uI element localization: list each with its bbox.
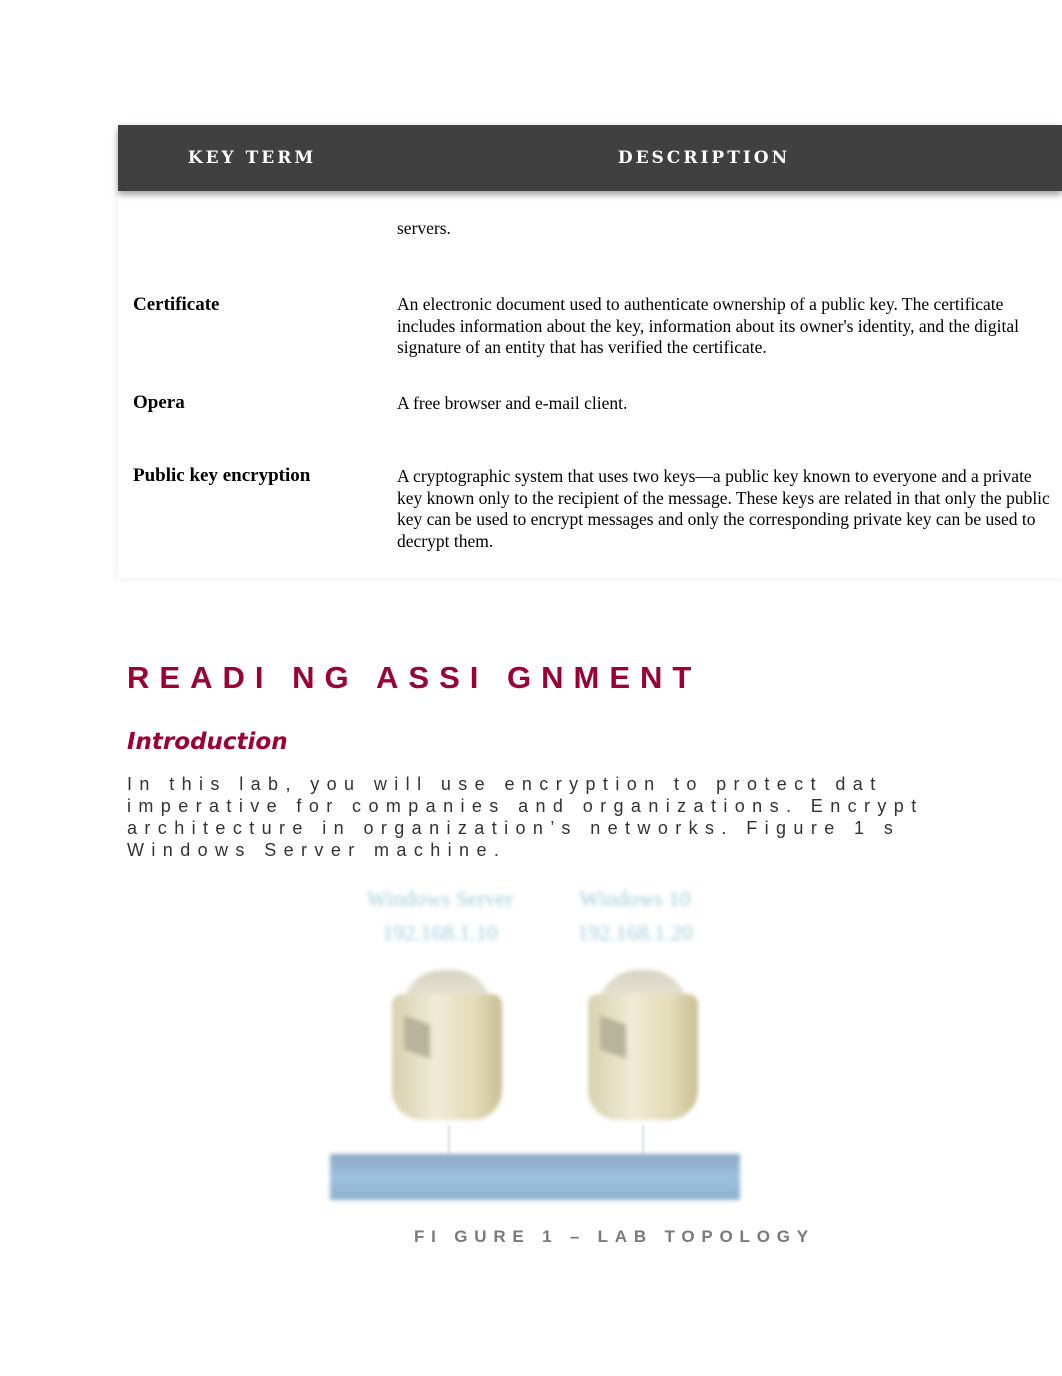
key-terms-table: KEY TERM DESCRIPTION servers. Certificat… bbox=[118, 125, 1062, 578]
subheading: Introduction bbox=[127, 729, 288, 755]
description-cell: An electronic document used to authentic… bbox=[397, 294, 1020, 357]
term-cell bbox=[118, 191, 391, 263]
table-row: servers. bbox=[118, 191, 1062, 263]
server-icon bbox=[392, 970, 502, 1120]
intro-line: In this lab, you will use encryption to … bbox=[127, 774, 883, 794]
header-description: DESCRIPTION bbox=[617, 148, 791, 168]
server-icon bbox=[588, 970, 698, 1120]
intro-paragraph: In this lab, you will use encryption to … bbox=[127, 773, 1062, 861]
description-cell: servers. bbox=[397, 218, 451, 238]
table-row: Opera A free browser and e-mail client. bbox=[118, 373, 1062, 448]
table-row: Public key encryption A cryptographic sy… bbox=[118, 448, 1062, 578]
term-cell: Opera bbox=[133, 392, 185, 413]
intro-line: Windows Server machine. bbox=[127, 840, 507, 860]
table-header: KEY TERM DESCRIPTION bbox=[118, 125, 1062, 191]
node-name: Windows Server bbox=[366, 886, 514, 911]
term-cell: Public key encryption bbox=[133, 465, 311, 486]
figure-caption: FI GURE 1 – LAB TOPOLOGY bbox=[414, 1227, 815, 1246]
intro-line: architecture in organization’s networks.… bbox=[127, 818, 901, 838]
network-link bbox=[448, 1125, 450, 1155]
network-segment bbox=[330, 1154, 740, 1200]
node-ip: 192.168.1.10 bbox=[382, 920, 498, 945]
node-label: Windows 10 192.168.1.20 bbox=[550, 882, 720, 950]
node-ip: 192.168.1.20 bbox=[577, 920, 693, 945]
network-link bbox=[642, 1125, 644, 1155]
description-cell: A cryptographic system that uses two key… bbox=[397, 466, 1050, 551]
intro-line: imperative for companies and organizatio… bbox=[127, 796, 924, 816]
node-label: Windows Server 192.168.1.10 bbox=[335, 882, 545, 950]
term-cell: Certificate bbox=[133, 294, 220, 315]
description-cell: A free browser and e-mail client. bbox=[397, 393, 628, 413]
table-row: Certificate An electronic document used … bbox=[118, 263, 1062, 373]
lab-topology-figure: Windows Server 192.168.1.10 Windows 10 1… bbox=[330, 880, 740, 1210]
section-title: READI NG ASSI GNMENT bbox=[127, 660, 702, 695]
node-name: Windows 10 bbox=[579, 886, 691, 911]
header-key-term: KEY TERM bbox=[187, 148, 317, 168]
